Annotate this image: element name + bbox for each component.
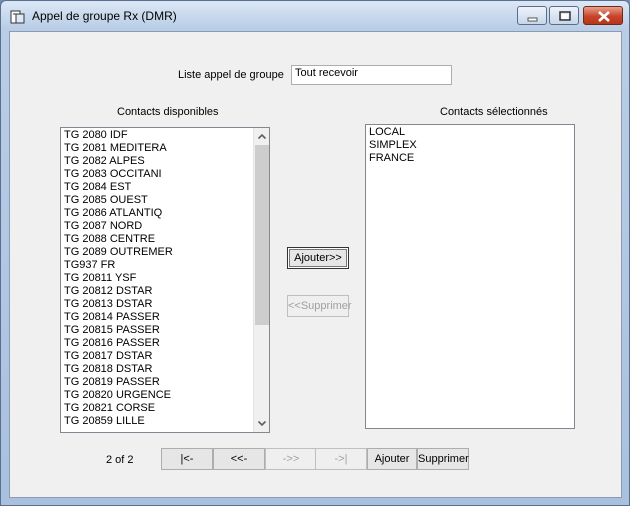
scroll-thumb[interactable] (255, 145, 269, 325)
list-item[interactable]: TG 2084 EST (61, 181, 269, 194)
list-item[interactable]: TG 20859 LILLE (61, 415, 269, 428)
scroll-up-arrow[interactable] (254, 128, 269, 145)
list-item[interactable]: TG 2083 OCCITANI (61, 168, 269, 181)
list-item[interactable]: FRANCE (366, 152, 574, 165)
list-item[interactable]: TG 2081 MEDITERA (61, 142, 269, 155)
restore-icon (559, 11, 571, 21)
title-bar[interactable]: Appel de groupe Rx (DMR) (1, 1, 629, 31)
minimize-button[interactable] (517, 6, 547, 25)
app-icon (10, 9, 26, 25)
list-item[interactable]: TG 20821 CORSE (61, 402, 269, 415)
selected-contacts-label: Contacts sélectionnés (440, 106, 548, 118)
list-item[interactable]: TG 2086 ATLANTIQ (61, 207, 269, 220)
list-item[interactable]: TG 2080 IDF (61, 129, 269, 142)
available-contacts-label: Contacts disponibles (117, 106, 219, 118)
list-item[interactable]: TG 20816 PASSER (61, 337, 269, 350)
list-item[interactable]: TG 20815 PASSER (61, 324, 269, 337)
list-item[interactable]: TG 20814 PASSER (61, 311, 269, 324)
list-item[interactable]: LOCAL (366, 126, 574, 139)
list-item[interactable]: TG 20813 DSTAR (61, 298, 269, 311)
close-icon (598, 11, 610, 22)
first-page-button[interactable]: |<- (161, 448, 213, 470)
list-item[interactable]: TG 2087 NORD (61, 220, 269, 233)
chevron-up-icon (257, 133, 267, 140)
minimize-icon (527, 17, 538, 22)
list-item[interactable]: TG 20819 PASSER (61, 376, 269, 389)
add-contact-button[interactable]: Ajouter>> (287, 247, 349, 269)
dialog-body: Liste appel de groupe Tout recevoir Cont… (9, 31, 622, 498)
list-item[interactable]: TG 2089 OUTREMER (61, 246, 269, 259)
page-status: 2 of 2 (106, 454, 134, 466)
maximize-button[interactable] (549, 6, 579, 25)
last-page-button[interactable]: ->| (315, 448, 367, 470)
prev-page-button[interactable]: <<- (213, 448, 265, 470)
add-button[interactable]: Ajouter (367, 448, 417, 470)
dialog-window: Appel de groupe Rx (DMR) Liste appel de … (0, 0, 630, 506)
list-item[interactable]: TG 20818 DSTAR (61, 363, 269, 376)
close-button[interactable] (583, 6, 623, 25)
scroll-down-arrow[interactable] (254, 415, 269, 432)
chevron-down-icon (257, 420, 267, 427)
window-title: Appel de groupe Rx (DMR) (32, 9, 177, 23)
next-page-button[interactable]: ->> (265, 448, 317, 470)
list-item[interactable]: TG 20817 DSTAR (61, 350, 269, 363)
remove-contact-button[interactable]: <<Supprimer (287, 295, 352, 317)
list-item[interactable]: TG 20812 DSTAR (61, 285, 269, 298)
list-item[interactable]: TG 2082 ALPES (61, 155, 269, 168)
list-item[interactable]: SIMPLEX (366, 139, 574, 152)
group-list-label: Liste appel de groupe (178, 69, 284, 81)
available-list-scrollbar[interactable] (253, 128, 269, 432)
available-contacts-list[interactable]: TG 2080 IDF TG 2081 MEDITERA TG 2082 ALPES… (60, 127, 270, 433)
list-item[interactable]: TG 20811 YSF (61, 272, 269, 285)
group-list-field[interactable]: Tout recevoir (291, 65, 452, 85)
selected-contacts-list[interactable]: LOCAL SIMPLEX FRANCE (365, 124, 575, 429)
list-item[interactable]: TG 2085 OUEST (61, 194, 269, 207)
delete-button[interactable]: Supprimer (417, 448, 469, 470)
list-item[interactable]: TG 20820 URGENCE (61, 389, 269, 402)
list-item[interactable]: TG937 FR (61, 259, 269, 272)
list-item[interactable]: TG 2088 CENTRE (61, 233, 269, 246)
